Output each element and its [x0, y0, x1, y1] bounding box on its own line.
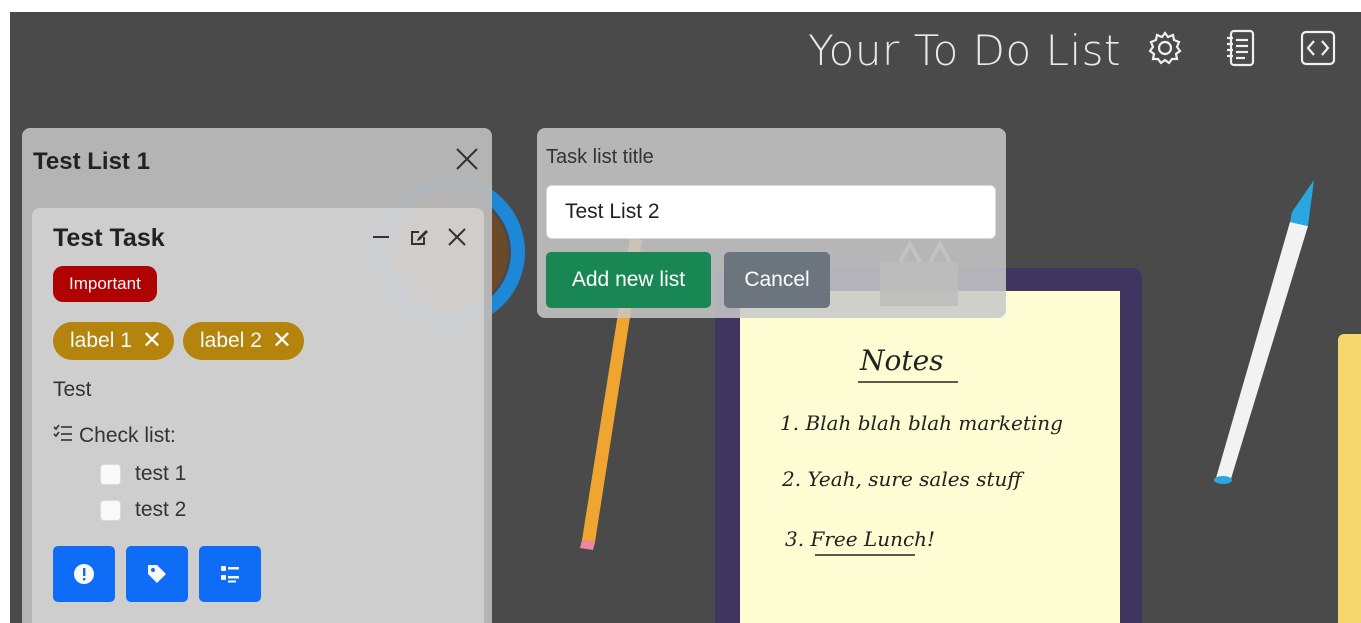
label-pill: label 2 ✕: [183, 322, 304, 360]
checklist-item-label: test 2: [135, 498, 187, 521]
checklist-checkbox[interactable]: [100, 499, 121, 521]
priority-badge: Important: [53, 266, 157, 302]
note-line-3: 3. Free Lunch!: [785, 527, 935, 551]
edit-icon[interactable]: [406, 224, 432, 250]
checklist-icon: [221, 566, 239, 583]
checklist-checkbox[interactable]: [100, 463, 121, 485]
add-new-list-button[interactable]: Add new list: [546, 252, 711, 308]
task-actions: [368, 224, 470, 250]
checklist-item: test 2: [100, 498, 186, 522]
remove-label-icon[interactable]: ✕: [142, 329, 162, 353]
note-line-2: 2. Yeah, sure sales stuff: [781, 467, 1025, 491]
cancel-button[interactable]: Cancel: [724, 252, 830, 308]
label-text: label 1: [70, 329, 132, 352]
add-checklist-button[interactable]: [199, 546, 261, 602]
checklist-heading-text: Check list:: [79, 424, 176, 447]
note-heading: Notes: [859, 344, 944, 377]
remove-label-icon[interactable]: ✕: [272, 329, 292, 353]
notebook-icon[interactable]: [1220, 26, 1260, 70]
checklist-heading: Check list:: [53, 424, 176, 448]
task-title: Test Task: [53, 224, 165, 252]
close-list-icon[interactable]: [454, 146, 480, 172]
task-list-panel: Test List 1 Test Task Important label 1 …: [22, 128, 492, 623]
list-title-input[interactable]: [546, 185, 996, 239]
set-priority-button[interactable]: [53, 546, 115, 602]
label-list: label 1 ✕ label 2 ✕: [53, 322, 304, 360]
delete-task-icon[interactable]: [444, 224, 470, 250]
exclamation-circle-icon: [74, 564, 94, 584]
gear-icon[interactable]: [1145, 26, 1185, 70]
task-card: Test Task Important label 1 ✕ label 2 ✕ …: [32, 208, 484, 623]
code-brackets-icon[interactable]: [1298, 26, 1338, 70]
list-title-label: Task list title: [546, 146, 654, 168]
checklist-item-label: test 1: [135, 462, 187, 485]
list-title: Test List 1: [33, 148, 150, 175]
task-description: Test: [53, 378, 92, 401]
app-canvas: Notes 1. Blah blah blah marketing 2. Yea…: [10, 12, 1361, 623]
minimize-icon[interactable]: [368, 224, 394, 250]
new-list-form: Task list title Add new list Cancel: [537, 128, 1006, 318]
label-text: label 2: [200, 329, 262, 352]
note-line-1: 1. Blah blah blah marketing: [780, 411, 1063, 435]
tag-icon: [148, 565, 166, 583]
checklist-item: test 1: [100, 462, 186, 486]
checklist-icon: [53, 424, 73, 448]
add-label-button[interactable]: [126, 546, 188, 602]
label-pill: label 1 ✕: [53, 322, 174, 360]
app-title: Your To Do List: [808, 26, 1121, 75]
